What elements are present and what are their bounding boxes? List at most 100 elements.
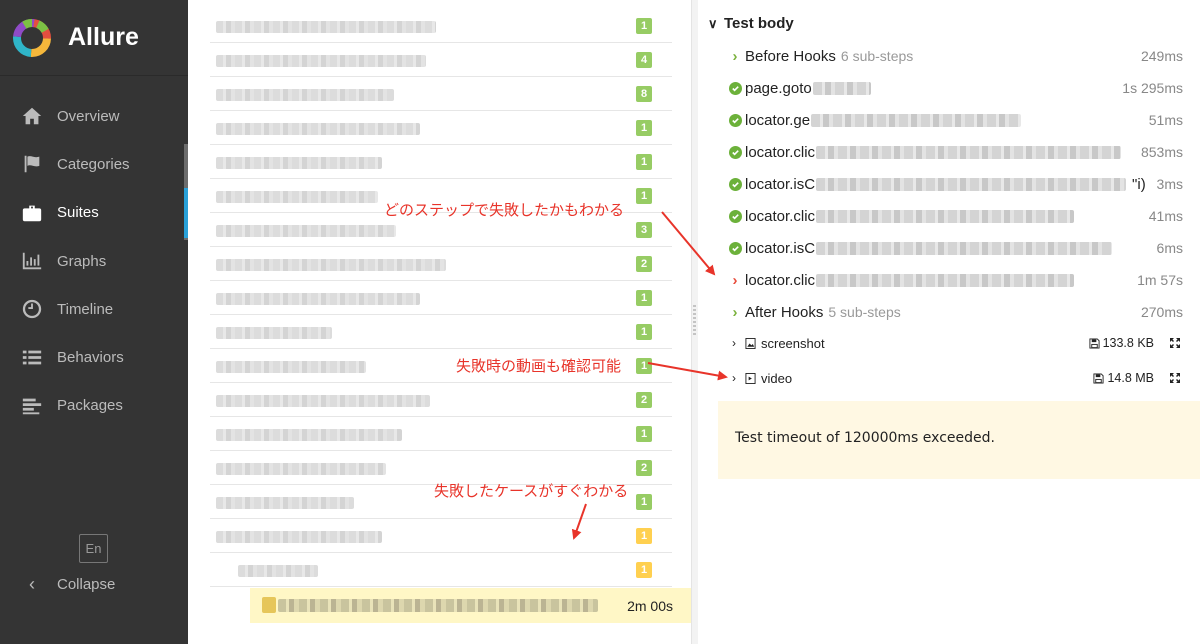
blurred-text (216, 497, 354, 509)
passed-count-badge: 2 (636, 460, 652, 476)
sidebar-item-label: Overview (57, 107, 120, 125)
step-row[interactable]: locator.clic 41ms (728, 200, 1184, 232)
tree-row[interactable]: 1 (210, 281, 672, 315)
step-row[interactable]: locator.isC 6ms (728, 232, 1184, 264)
sidebar-item-behaviors[interactable]: Behaviors (0, 333, 188, 381)
broken-count-badge: 1 (636, 562, 652, 578)
chevron-right-icon: › (732, 303, 738, 321)
tree-row[interactable]: 2 (210, 247, 672, 281)
attachment-name: video (761, 370, 793, 386)
flag-icon (20, 152, 44, 176)
attachment-size: 133.8 KB (1089, 336, 1154, 350)
step-row[interactable]: locator.clic 853ms (728, 136, 1184, 168)
expand-icon[interactable] (1169, 372, 1181, 384)
step-row[interactable]: page.goto 1s 295ms (728, 72, 1184, 104)
step-name: After Hooks (745, 303, 824, 321)
step-row-failed[interactable]: › locator.clic 1m 57s (728, 264, 1184, 296)
blurred-text (216, 55, 426, 67)
passed-check-icon (728, 81, 742, 95)
step-name: locator.isC (745, 175, 816, 193)
home-icon (20, 104, 44, 128)
blurred-text (216, 531, 382, 543)
annotation-video: 失敗時の動画も確認可能 (456, 357, 622, 375)
blurred-text (216, 395, 430, 407)
passed-count-badge: 8 (636, 86, 652, 102)
step-name: Before Hooks (745, 47, 836, 65)
tree-row[interactable]: 1 (210, 111, 672, 145)
chevron-down-icon: ∨ (708, 15, 718, 31)
tree-row[interactable]: 1 (210, 519, 672, 553)
sidebar-item-timeline[interactable]: Timeline (0, 285, 188, 333)
step-name-suffix: "i) (1132, 175, 1146, 193)
passed-check-icon (728, 177, 742, 191)
blurred-text (812, 81, 871, 95)
attachment-video[interactable]: › video 14.8 MB (732, 364, 1184, 392)
sidebar-item-overview[interactable]: Overview (0, 92, 188, 140)
tree-row[interactable]: 1 (210, 145, 672, 179)
allure-logo-icon (13, 18, 51, 57)
step-time: 249ms (1140, 48, 1183, 64)
blurred-text (216, 293, 420, 305)
tree-row[interactable]: 1 (210, 553, 672, 587)
tree-row[interactable]: 1 (210, 315, 672, 349)
annotation-step-fail: どのステップで失敗したかもわかる (384, 201, 625, 219)
sidebar-item-packages[interactable]: Packages (0, 382, 188, 430)
briefcase-icon (20, 201, 44, 225)
test-body-header[interactable]: ∨ Test body (708, 15, 794, 32)
blurred-text (216, 89, 394, 101)
attachment-size-value: 133.8 KB (1102, 336, 1154, 350)
save-icon[interactable] (1089, 337, 1100, 349)
step-row[interactable]: locator.ge 51ms (728, 104, 1184, 136)
step-before-hooks[interactable]: › Before Hooks 6 sub-steps 249ms (728, 40, 1184, 72)
language-button[interactable]: En (79, 534, 108, 563)
passed-count-badge: 3 (636, 222, 652, 238)
step-after-hooks[interactable]: › After Hooks 5 sub-steps 270ms (728, 296, 1184, 328)
blurred-text (216, 429, 402, 441)
step-time: 1m 57s (1137, 272, 1183, 288)
attachment-name: screenshot (761, 335, 825, 351)
test-duration: 2m 00s (627, 598, 673, 614)
sidebar-item-label: Timeline (57, 300, 114, 318)
passed-count-badge: 1 (636, 494, 652, 510)
step-time: 6ms (1156, 240, 1183, 256)
sidebar-item-suites[interactable]: Suites (0, 189, 188, 237)
attachment-size-value: 14.8 MB (1107, 371, 1154, 385)
step-substeps: 5 sub-steps (828, 304, 901, 320)
passed-count-badge: 1 (636, 188, 652, 204)
blurred-text (216, 327, 332, 339)
bar-chart-icon (20, 249, 44, 273)
sidebar-item-graphs[interactable]: Graphs (0, 237, 188, 285)
blurred-text (216, 157, 382, 169)
step-name: locator.isC (745, 239, 816, 257)
sidebar-item-label: Suites (57, 204, 99, 222)
sidebar-item-label: Categories (57, 155, 130, 173)
attachment-screenshot[interactable]: › screenshot 133.8 KB (732, 329, 1184, 357)
tree-row[interactable]: 1 (210, 417, 672, 451)
suites-tree: 1 4 8 1 1 1 3 2 1 1 1 2 1 2 1 1 1 2m 00s (188, 0, 691, 644)
step-name: page.goto (745, 79, 812, 97)
chevron-right-icon: › (732, 271, 738, 289)
chevron-right-icon: › (732, 47, 738, 65)
clock-icon (20, 297, 44, 321)
save-icon[interactable] (1093, 372, 1104, 384)
sidebar-item-categories[interactable]: Categories (0, 140, 188, 188)
tree-row[interactable]: 2 (210, 383, 672, 417)
brand[interactable]: Allure (0, 0, 188, 76)
blurred-text (216, 463, 386, 475)
tree-row[interactable]: 1 (210, 9, 672, 43)
video-file-icon (745, 372, 756, 384)
selected-test-row[interactable]: 2m 00s (250, 588, 691, 623)
step-time: 853ms (1140, 144, 1183, 160)
passed-count-badge: 4 (636, 52, 652, 68)
tree-row[interactable]: 8 (210, 77, 672, 111)
passed-count-badge: 1 (636, 154, 652, 170)
passed-count-badge: 2 (636, 256, 652, 272)
drag-handle-icon[interactable] (693, 305, 696, 335)
step-row[interactable]: locator.isC "i) 3ms (728, 168, 1184, 200)
passed-check-icon (728, 241, 742, 255)
expand-icon[interactable] (1169, 337, 1181, 349)
passed-check-icon (728, 209, 742, 223)
collapse-button[interactable]: ‹ Collapse (20, 574, 115, 595)
blurred-text (816, 273, 1075, 287)
tree-row[interactable]: 4 (210, 43, 672, 77)
